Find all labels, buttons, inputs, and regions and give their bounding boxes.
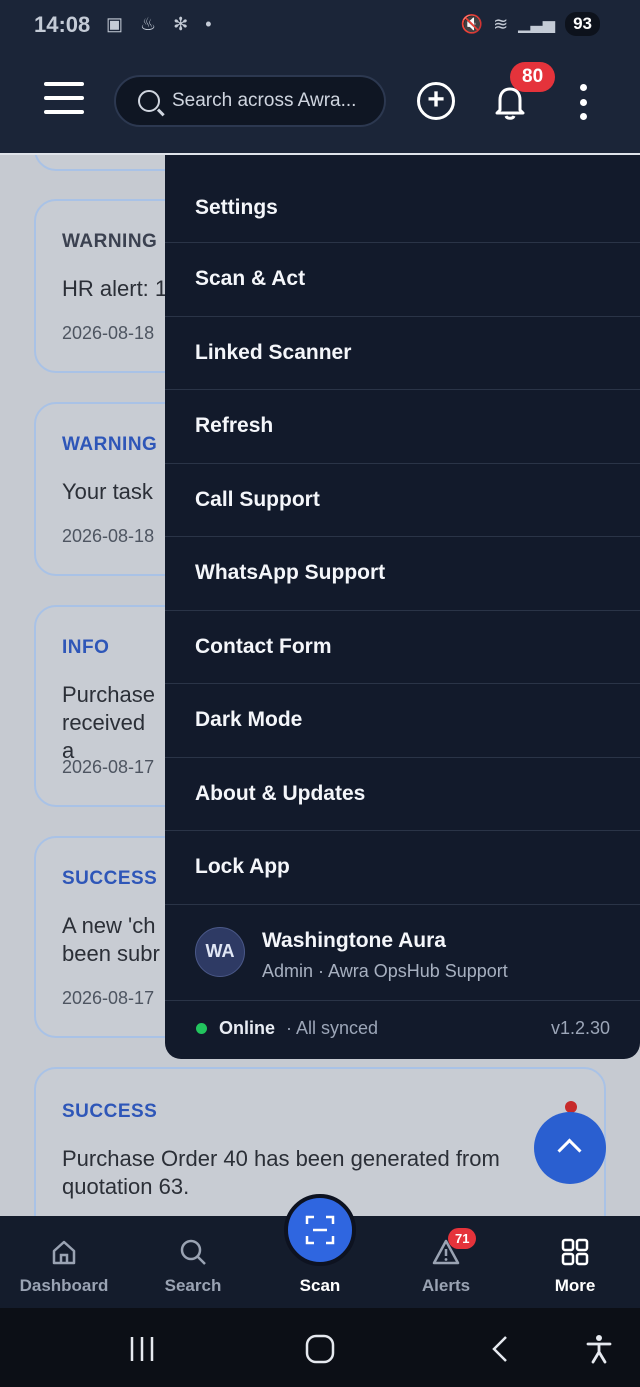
menu-item-call-support[interactable]: Call Support (165, 464, 640, 537)
scroll-to-top-button[interactable] (534, 1112, 606, 1184)
nav-label: Dashboard (19, 1276, 109, 1295)
accessibility-icon[interactable] (584, 1334, 614, 1364)
notification-message: Purchase Order 40 has been generated fro… (62, 1146, 500, 1199)
menu-item-about-updates[interactable]: About & Updates (165, 758, 640, 831)
nav-label: Search (164, 1276, 222, 1295)
notification-type: SUCCESS (62, 1101, 158, 1122)
nav-alerts[interactable]: Alerts (382, 1216, 510, 1308)
status-time: 14:08 (34, 12, 91, 37)
nav-scan[interactable]: Scan (256, 1216, 384, 1308)
search-placeholder: Search across Awra... (172, 90, 357, 111)
notification-count-badge: 80 (510, 62, 556, 92)
search-icon (180, 1239, 206, 1265)
system-navigation-bar (0, 1308, 640, 1387)
mute-icon: 🔇 (460, 13, 484, 34)
home-button-icon[interactable] (305, 1334, 335, 1364)
app-header: Search across Awra... + 80 (0, 52, 640, 155)
nav-label: Alerts (421, 1276, 471, 1295)
overflow-menu: Settings Scan & Act Linked Scanner Refre… (165, 155, 640, 1059)
app-version: v1.2.30 (550, 1017, 610, 1038)
user-name: Washingtone Aura (262, 928, 446, 952)
notification-type: WARNING (62, 231, 158, 252)
notification-type: SUCCESS (62, 868, 158, 889)
grid-icon (561, 1238, 589, 1266)
status-notification-icons: ▣ ♨ ✻ • (106, 14, 218, 34)
nav-search[interactable]: Search (129, 1216, 257, 1308)
back-icon[interactable] (486, 1334, 516, 1364)
search-icon (138, 90, 160, 112)
notification-message: A new 'ch been subr (62, 913, 160, 966)
user-role: Admin · Awra OpsHub Support (262, 960, 508, 981)
nav-label: More (554, 1276, 596, 1295)
more-options-icon[interactable] (577, 84, 589, 120)
nav-dashboard[interactable]: Dashboard (0, 1216, 128, 1308)
alerts-count-badge: 71 (448, 1228, 477, 1249)
notification-message: Purchase received a (62, 682, 155, 763)
status-right: 🔇 ≋ ▁▃▅ 93 (461, 12, 600, 36)
notification-date: 2026-08-17 (62, 988, 155, 1008)
search-bar[interactable]: Search across Awra... (114, 75, 386, 127)
menu-item-whatsapp-support[interactable]: WhatsApp Support (165, 537, 640, 611)
menu-item-linked-scanner[interactable]: Linked Scanner (165, 317, 640, 390)
recent-apps-icon[interactable] (127, 1334, 157, 1364)
notification-date: 2026-08-18 (62, 526, 155, 546)
nav-label: Scan (299, 1276, 341, 1295)
sync-label: · All synced (286, 1017, 379, 1038)
status-bar: 14:08 ▣ ♨ ✻ • 🔇 ≋ ▁▃▅ 93 (0, 0, 640, 52)
notification-type: INFO (62, 637, 110, 658)
menu-item-settings[interactable]: Settings (165, 155, 640, 243)
avatar: WA (195, 926, 245, 977)
menu-item-refresh[interactable]: Refresh (165, 390, 640, 464)
menu-item-dark-mode[interactable]: Dark Mode (165, 684, 640, 758)
menu-item-contact-form[interactable]: Contact Form (165, 611, 640, 684)
nav-more[interactable]: More (511, 1216, 639, 1308)
online-label: Online (219, 1017, 276, 1038)
notification-date: 2026-08-18 (62, 323, 155, 343)
notification-date: 2026-08-17 (62, 757, 155, 777)
home-icon (52, 1240, 76, 1265)
battery-indicator: 93 (565, 12, 600, 36)
menu-item-scan-act[interactable]: Scan & Act (165, 243, 640, 317)
bottom-navigation: Dashboard Search Scan Alerts 71 More (0, 1194, 640, 1308)
sync-status: Online · All synced v1.2.30 (165, 1001, 640, 1057)
online-status-icon (196, 1022, 207, 1034)
user-profile[interactable]: WA Washingtone Aura Admin · Awra OpsHub … (165, 905, 640, 1001)
menu-item-lock-app[interactable]: Lock App (165, 831, 640, 905)
add-button[interactable]: + (417, 82, 455, 120)
hamburger-menu-icon[interactable] (44, 82, 84, 118)
notification-type: WARNING (62, 434, 158, 455)
signal-icon: ▁▃▅ (518, 16, 556, 33)
wifi-icon: ≋ (493, 13, 509, 34)
